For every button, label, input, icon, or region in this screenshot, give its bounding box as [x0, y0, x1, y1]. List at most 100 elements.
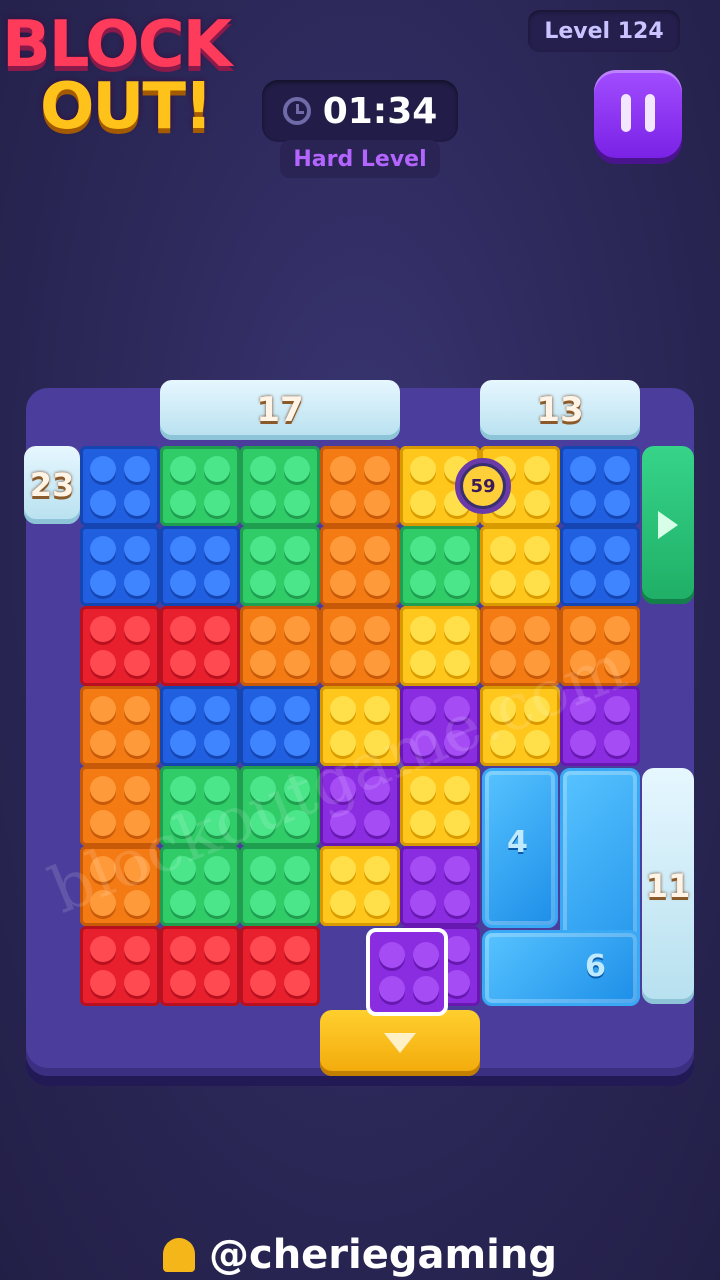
stud	[250, 730, 276, 756]
ice-block-right[interactable]: 6	[482, 930, 640, 1006]
stud	[284, 856, 310, 882]
stud	[524, 616, 550, 642]
lego-cell-green[interactable]	[400, 526, 480, 606]
stud	[364, 490, 390, 516]
lego-cell-yellow[interactable]	[400, 606, 480, 686]
stud	[364, 570, 390, 596]
stud	[250, 536, 276, 562]
stud	[124, 696, 150, 722]
lego-cell-blue[interactable]	[160, 686, 240, 766]
lego-cell-purple[interactable]	[400, 846, 480, 926]
ice-block-left[interactable]: 4	[482, 768, 558, 928]
stud	[364, 536, 390, 562]
stud	[90, 730, 116, 756]
lego-cell-blue[interactable]	[560, 446, 640, 526]
lego-cell-orange[interactable]	[80, 686, 160, 766]
lego-cell-blue[interactable]	[80, 446, 160, 526]
gate-top-left-count: 17	[256, 390, 304, 430]
stud	[284, 536, 310, 562]
stud	[284, 456, 310, 482]
stud	[250, 696, 276, 722]
lego-cell-red[interactable]	[160, 606, 240, 686]
stud	[284, 696, 310, 722]
stud	[330, 856, 356, 882]
stud	[413, 976, 439, 1002]
stud	[364, 856, 390, 882]
arrow-right-icon	[658, 511, 678, 539]
stud	[330, 696, 356, 722]
stud	[124, 970, 150, 996]
stud	[444, 856, 470, 882]
stud	[170, 536, 196, 562]
stud	[444, 810, 470, 836]
stud	[284, 650, 310, 676]
lego-cell-yellow[interactable]	[320, 846, 400, 926]
stud	[410, 536, 436, 562]
stud	[124, 616, 150, 642]
stud	[364, 456, 390, 482]
stud	[204, 970, 230, 996]
stud	[604, 536, 630, 562]
stud	[90, 570, 116, 596]
lego-cell-orange[interactable]	[320, 526, 400, 606]
lego-cell-green[interactable]	[240, 526, 320, 606]
lego-cell-orange[interactable]	[320, 446, 400, 526]
lego-cell-green[interactable]	[160, 446, 240, 526]
stud	[410, 616, 436, 642]
bomb-count: 59	[463, 466, 503, 506]
lego-cell-orange[interactable]	[240, 606, 320, 686]
stud	[570, 456, 596, 482]
stud	[250, 570, 276, 596]
clock-icon	[282, 97, 311, 125]
lego-cell-blue[interactable]	[80, 526, 160, 606]
lego-cell-yellow[interactable]	[480, 526, 560, 606]
lego-cell-green[interactable]	[240, 446, 320, 526]
logo-line-2: OUT!	[40, 70, 213, 144]
lego-cell-blue[interactable]	[160, 526, 240, 606]
stud	[330, 536, 356, 562]
lego-cell-red[interactable]	[240, 926, 320, 1006]
gate-top-right: 13	[480, 380, 640, 440]
stud	[170, 650, 196, 676]
stud	[330, 570, 356, 596]
lego-cell-red[interactable]	[80, 606, 160, 686]
stud	[524, 456, 550, 482]
stud	[284, 970, 310, 996]
stud	[410, 890, 436, 916]
gate-left: 23	[24, 446, 80, 524]
lego-cell-green[interactable]	[240, 846, 320, 926]
gate-right: 11	[642, 768, 694, 1004]
stud	[284, 570, 310, 596]
lego-cell-red[interactable]	[160, 926, 240, 1006]
stud	[250, 616, 276, 642]
stud	[410, 810, 436, 836]
stud	[570, 490, 596, 516]
stud	[204, 616, 230, 642]
stud	[330, 650, 356, 676]
lego-cell-orange[interactable]	[320, 606, 400, 686]
stud	[444, 536, 470, 562]
stud	[124, 776, 150, 802]
pause-icon	[621, 94, 631, 132]
arrow-down-icon	[384, 1033, 416, 1053]
credit-text: @cheriegaming	[208, 1232, 557, 1278]
timer: 01:34	[262, 80, 458, 142]
bell-icon	[162, 1238, 195, 1272]
stud	[444, 616, 470, 642]
gate-top-left: 17	[160, 380, 400, 440]
stud	[90, 650, 116, 676]
stud	[570, 730, 596, 756]
stud	[284, 890, 310, 916]
stud	[90, 616, 116, 642]
selected-block[interactable]	[366, 928, 448, 1016]
lego-cell-red[interactable]	[80, 926, 160, 1006]
stud	[204, 650, 230, 676]
stud	[604, 456, 630, 482]
lego-cell-blue[interactable]	[560, 526, 640, 606]
stud	[330, 890, 356, 916]
stud	[410, 570, 436, 596]
pause-button[interactable]	[594, 70, 682, 158]
stud	[490, 570, 516, 596]
stud	[124, 730, 150, 756]
stud	[444, 776, 470, 802]
